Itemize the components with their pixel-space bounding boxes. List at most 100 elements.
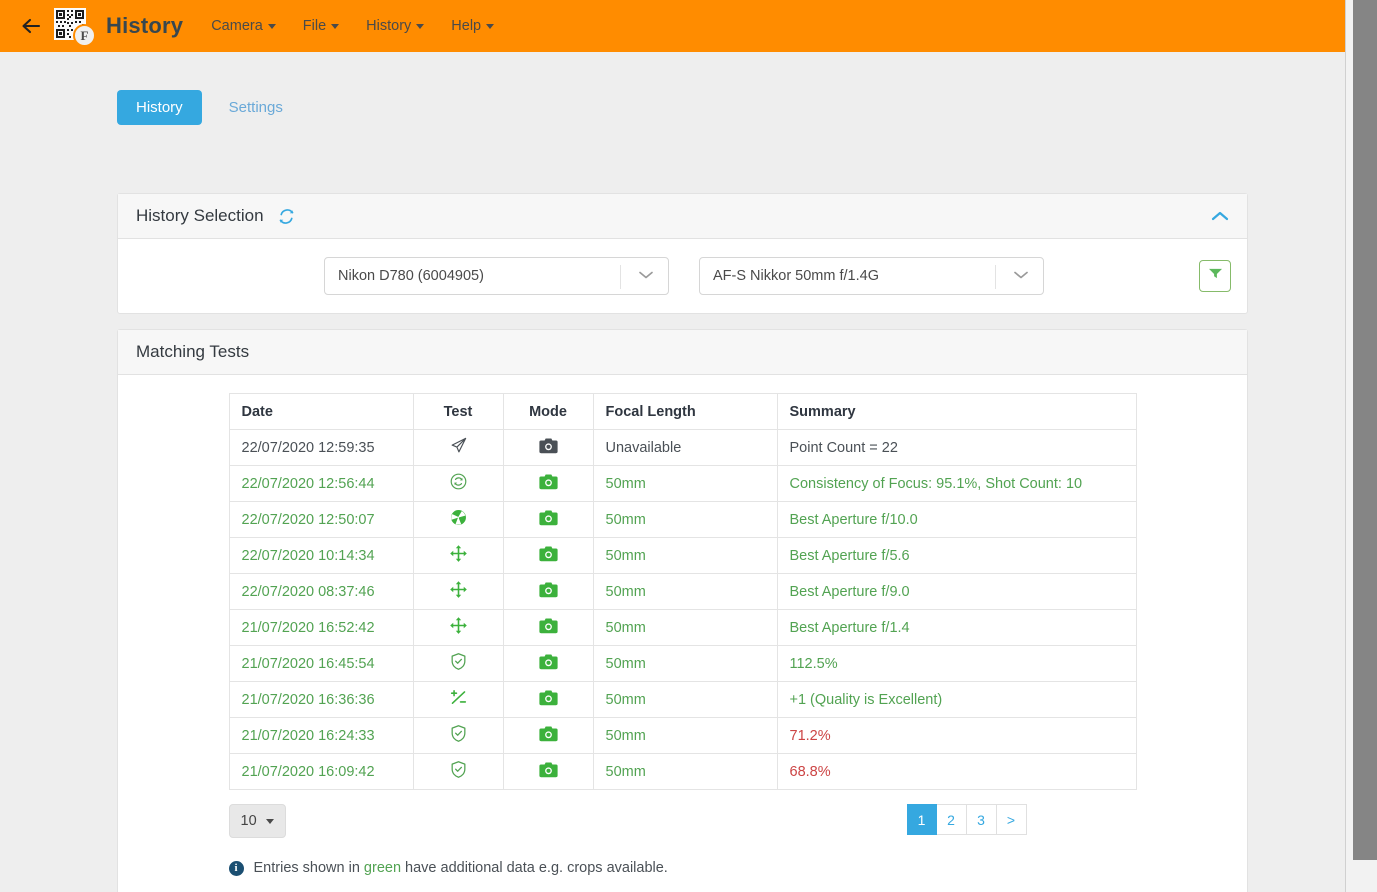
column-header-focal-length[interactable]: Focal Length — [592, 393, 778, 430]
page-size-value: 10 — [240, 813, 257, 829]
camera-select-value: Nikon D780 (6004905) — [338, 268, 484, 284]
caret-down-icon — [267, 23, 276, 29]
move-arrows-icon — [449, 581, 468, 603]
pagination-button-3[interactable]: 3 — [966, 804, 997, 835]
select-divider — [995, 265, 996, 289]
pagination-button-2[interactable]: 2 — [936, 804, 967, 835]
page-size-select[interactable]: 10 — [228, 804, 286, 838]
cell-date: 22/07/2020 08:37:46 — [228, 573, 414, 610]
cell-summary: Best Aperture f/5.6 — [776, 537, 1137, 574]
table-row[interactable]: 21/07/2020 16:09:42 50mm 68.8% — [228, 753, 1137, 790]
matching-tests-header: Matching Tests — [118, 330, 1247, 375]
cell-focal-length: Unavailable — [592, 429, 778, 466]
shield-check-icon — [449, 725, 468, 747]
column-header-test[interactable]: Test — [412, 393, 504, 430]
vertical-scrollbar[interactable] — [1345, 0, 1377, 892]
camera-icon — [538, 690, 558, 710]
cell-mode — [502, 465, 594, 502]
menu-item-camera[interactable]: Camera — [211, 18, 276, 34]
column-header-date[interactable]: Date — [228, 393, 414, 430]
cell-focal-length: 50mm — [592, 537, 778, 574]
cell-date: 21/07/2020 16:52:42 — [228, 609, 414, 646]
table-row[interactable]: 22/07/2020 10:14:34 50mm Best Aperture f/… — [228, 537, 1137, 574]
caret-down-icon — [486, 23, 495, 29]
table-row[interactable]: 22/07/2020 12:56:44 50mm Consistency of F… — [228, 465, 1137, 502]
page-body: History Settings History Selection Nikon… — [0, 52, 1345, 892]
back-arrow-icon[interactable] — [14, 9, 48, 43]
filter-button[interactable] — [1199, 260, 1231, 292]
legend-text: Entries shown in green have additional d… — [254, 860, 668, 876]
main-menu: Camera File History Help — [211, 18, 495, 34]
camera-icon — [538, 762, 558, 782]
table-row[interactable]: 21/07/2020 16:36:36 50mm +1 (Quality is E… — [228, 681, 1137, 718]
column-header-summary[interactable]: Summary — [776, 393, 1137, 430]
table-row[interactable]: 21/07/2020 16:52:42 50mm Best Aperture f/… — [228, 609, 1137, 646]
history-table: Date Test Mode Focal Length Summary 22/0… — [228, 393, 1137, 790]
menu-item-history[interactable]: History — [366, 18, 425, 34]
cell-date: 21/07/2020 16:45:54 — [228, 645, 414, 682]
lens-select[interactable]: AF-S Nikkor 50mm f/1.4G — [699, 257, 1044, 295]
select-divider — [620, 265, 621, 289]
caret-down-icon — [265, 818, 274, 824]
lens-select-value: AF-S Nikkor 50mm f/1.4G — [713, 268, 879, 284]
table-row[interactable]: 22/07/2020 12:59:35 Unavailable Point Cou… — [228, 429, 1137, 466]
cell-summary: 112.5% — [776, 645, 1137, 682]
cell-date: 21/07/2020 16:36:36 — [228, 681, 414, 718]
cell-test — [412, 537, 504, 574]
history-selection-body: Nikon D780 (6004905) AF-S Nikkor 50mm f/… — [118, 239, 1247, 313]
legend-note: i Entries shown in green have additional… — [228, 860, 1137, 876]
chevron-up-icon[interactable] — [1211, 210, 1229, 222]
shield-check-icon — [449, 653, 468, 675]
table-row[interactable]: 22/07/2020 12:50:07 50mm Best Aperture f… — [228, 501, 1137, 538]
cell-focal-length: 50mm — [592, 501, 778, 538]
menu-item-file-label: File — [302, 18, 327, 34]
cell-mode — [502, 501, 594, 538]
cell-test — [412, 681, 504, 718]
matching-tests-body: Date Test Mode Focal Length Summary 22/0… — [118, 375, 1247, 876]
pagination-button-1[interactable]: 1 — [906, 804, 937, 835]
cell-focal-length: 50mm — [592, 681, 778, 718]
camera-icon — [538, 546, 558, 566]
camera-icon — [538, 726, 558, 746]
cell-test — [412, 465, 504, 502]
tab-history[interactable]: History — [117, 90, 202, 125]
qr-code-logo-icon: F — [54, 6, 96, 47]
table-row[interactable]: 21/07/2020 16:24:33 50mm 71.2% — [228, 717, 1137, 754]
filter-funnel-icon — [1208, 267, 1223, 285]
camera-select[interactable]: Nikon D780 (6004905) — [324, 257, 669, 295]
table-body: 22/07/2020 12:59:35 Unavailable Point Cou… — [228, 429, 1137, 790]
caret-down-icon — [416, 23, 425, 29]
table-header-row: Date Test Mode Focal Length Summary — [228, 393, 1137, 430]
scrollbar-thumb[interactable] — [1353, 0, 1377, 860]
table-row[interactable]: 21/07/2020 16:45:54 50mm 112.5% — [228, 645, 1137, 682]
cell-summary: 68.8% — [776, 753, 1137, 790]
camera-icon — [538, 654, 558, 674]
aperture-icon — [449, 510, 468, 531]
cell-date: 21/07/2020 16:09:42 — [228, 753, 414, 790]
cell-focal-length: 50mm — [592, 609, 778, 646]
cell-summary: Consistency of Focus: 95.1%, Shot Count:… — [776, 465, 1137, 502]
table-row[interactable]: 22/07/2020 08:37:46 50mm Best Aperture f/… — [228, 573, 1137, 610]
menu-item-file[interactable]: File — [302, 18, 340, 34]
menu-item-help[interactable]: Help — [451, 18, 495, 34]
cell-mode — [502, 645, 594, 682]
cell-focal-length: 50mm — [592, 573, 778, 610]
cell-date: 22/07/2020 10:14:34 — [228, 537, 414, 574]
camera-icon — [538, 618, 558, 638]
tab-settings[interactable]: Settings — [210, 90, 302, 125]
column-header-mode[interactable]: Mode — [502, 393, 594, 430]
menu-item-help-label: Help — [451, 18, 482, 34]
cell-date: 22/07/2020 12:50:07 — [228, 501, 414, 538]
move-arrows-icon — [449, 545, 468, 567]
chevron-down-icon — [1013, 268, 1029, 284]
cell-focal-length: 50mm — [592, 717, 778, 754]
cell-test — [412, 429, 504, 466]
pagination-button-next[interactable]: > — [996, 804, 1027, 835]
sync-refresh-icon[interactable] — [278, 208, 295, 225]
app-header: F History Camera File History Help — [0, 0, 1345, 52]
matching-tests-title: Matching Tests — [136, 342, 250, 361]
cell-mode — [502, 681, 594, 718]
cell-test — [412, 717, 504, 754]
cell-date: 22/07/2020 12:56:44 — [228, 465, 414, 502]
cell-focal-length: 50mm — [592, 753, 778, 790]
